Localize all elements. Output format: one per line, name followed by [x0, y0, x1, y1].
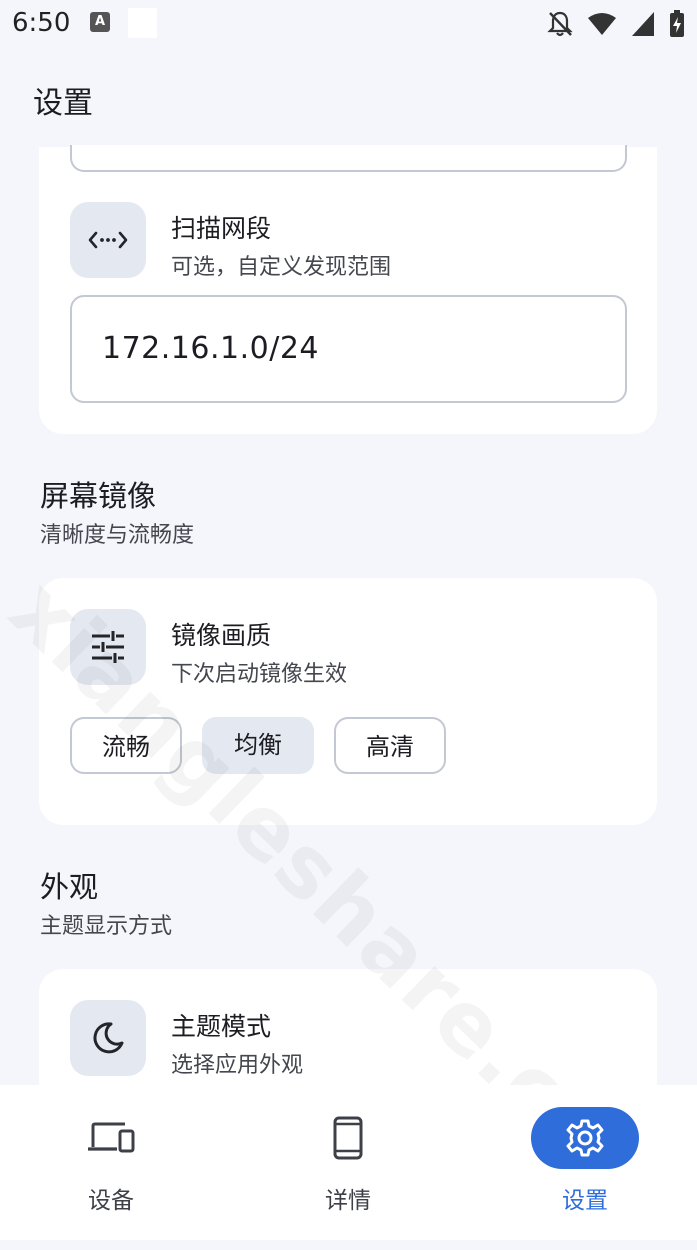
- wifi-icon: [588, 13, 616, 35]
- appearance-section-subtitle: 主题显示方式: [40, 914, 173, 939]
- quality-option-balanced[interactable]: 均衡: [202, 717, 314, 774]
- scan-range-title: 扫描网段: [171, 214, 272, 243]
- quality-option-hd[interactable]: 高清: [334, 717, 446, 774]
- status-icons: [547, 10, 685, 38]
- scan-settings-card: 扫描网段 可选，自定义发现范围 172.16.1.0/24: [39, 145, 657, 434]
- previous-text-field[interactable]: [70, 145, 627, 172]
- moon-icon: [93, 1022, 124, 1054]
- theme-mode-title: 主题模式: [171, 1012, 272, 1041]
- code-brackets-icon: [88, 231, 128, 249]
- scan-range-value: 172.16.1.0/24: [102, 331, 319, 366]
- nav-item-settings[interactable]: 设置: [510, 1107, 660, 1222]
- moon-icon-box: [70, 1000, 146, 1076]
- mirror-quality-title: 镜像画质: [171, 621, 272, 650]
- tune-icon: [92, 631, 124, 663]
- nav-item-details[interactable]: 详情: [273, 1107, 423, 1222]
- notification-a-icon: A: [90, 12, 110, 32]
- nav-item-devices[interactable]: 设备: [36, 1107, 186, 1222]
- scan-range-subtitle: 可选，自定义发现范围: [171, 255, 392, 280]
- mirror-quality-subtitle: 下次启动镜像生效: [171, 662, 348, 687]
- nav-settings-label: 设置: [562, 1188, 608, 1214]
- smartphone-icon: [333, 1116, 363, 1160]
- nav-details-label: 详情: [325, 1188, 371, 1214]
- mirror-section-subtitle: 清晰度与流畅度: [40, 523, 195, 548]
- mirror-quality-card: 镜像画质 下次启动镜像生效 流畅 均衡 高清: [39, 578, 657, 825]
- tune-icon-box: [70, 609, 146, 685]
- gear-icon: [566, 1119, 604, 1157]
- nav-devices-icon-wrap: [57, 1107, 165, 1169]
- nav-details-icon-wrap: [294, 1107, 402, 1169]
- notifications-off-icon: [547, 11, 573, 37]
- scan-range-input[interactable]: 172.16.1.0/24: [70, 295, 627, 403]
- battery-charging-icon: [670, 10, 684, 37]
- nav-devices-label: 设备: [88, 1188, 134, 1214]
- appearance-section-title: 外观: [40, 870, 99, 904]
- theme-mode-subtitle: 选择应用外观: [171, 1053, 304, 1078]
- page-title: 设置: [33, 86, 93, 121]
- devices-icon: [88, 1122, 135, 1153]
- status-bar: 6:50 A: [0, 0, 697, 50]
- mirror-section-title: 屏幕镜像: [40, 479, 157, 513]
- cellular-icon: [632, 12, 654, 36]
- code-brackets-icon-box: [70, 202, 146, 278]
- notification-blank-icon: [128, 8, 157, 38]
- nav-settings-icon-wrap: [531, 1107, 639, 1169]
- status-time: 6:50: [12, 8, 71, 38]
- bottom-navigation: 设备 详情 设置: [0, 1085, 697, 1240]
- quality-option-smooth[interactable]: 流畅: [70, 717, 182, 774]
